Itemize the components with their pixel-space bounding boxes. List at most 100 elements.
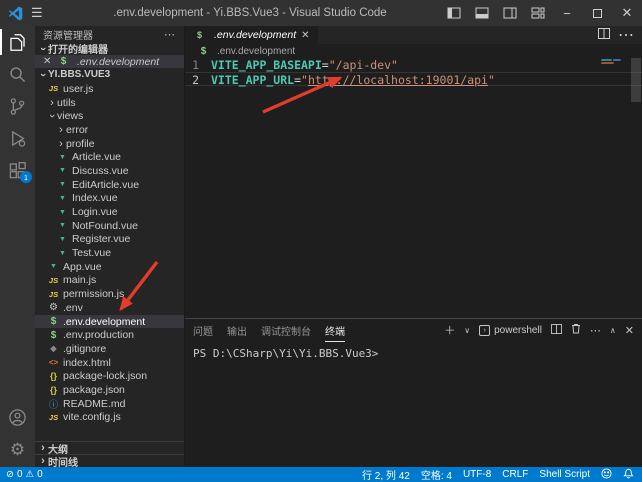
error-icon: ⊘ — [6, 469, 14, 480]
tree-item-Article.vue[interactable]: ▼Article.vue — [35, 150, 184, 164]
tree-item-label: index.html — [63, 357, 111, 369]
panel-tab-终端[interactable]: 终端 — [325, 319, 345, 342]
tree-item-label: App.vue — [63, 261, 102, 273]
tree-item-README.md[interactable]: ⓘREADME.md — [35, 397, 184, 411]
menu-icon[interactable]: ☰ — [31, 5, 43, 21]
tree-item-Register.vue[interactable]: ▼Register.vue — [35, 233, 184, 247]
tree-item-error[interactable]: ›error — [35, 123, 184, 137]
chevron-down-icon: › — [47, 111, 57, 121]
minimize-button[interactable]: − — [552, 0, 582, 26]
open-editors-header[interactable]: › 打开的编辑器 — [35, 42, 184, 55]
tree-item-.env[interactable]: ⚙.env — [35, 301, 184, 315]
title-bar: ☰ .env.development - Yi.BBS.Vue3 - Visua… — [0, 0, 642, 26]
tree-item-Test.vue[interactable]: ▼Test.vue — [35, 246, 184, 260]
close-panel-icon[interactable]: ✕ — [625, 324, 634, 337]
terminal-prompt: PS D:\CSharp\Yi\Yi.BBS.Vue3> — [193, 347, 378, 360]
toggle-secondary-sidebar-icon[interactable] — [496, 0, 524, 26]
html-file-icon: <> — [47, 358, 60, 367]
panel-tabs: 问题输出调试控制台终端 — [193, 319, 345, 342]
vue-file-icon: ▼ — [56, 181, 69, 188]
tree-item-Discuss.vue[interactable]: ▼Discuss.vue — [35, 164, 184, 178]
tree-item-user.js[interactable]: JSuser.js — [35, 82, 184, 96]
accounts-icon[interactable] — [0, 401, 35, 433]
tree-item-main.js[interactable]: JSmain.js — [35, 274, 184, 288]
close-icon[interactable]: ✕ — [43, 56, 53, 67]
tree-item-label: views — [57, 110, 83, 122]
extensions-badge: 1 — [20, 171, 32, 183]
language-mode[interactable]: Shell Script — [539, 469, 590, 480]
cursor-position[interactable]: 行 2, 列 42 — [362, 467, 410, 482]
tree-item-Login.vue[interactable]: ▼Login.vue — [35, 205, 184, 219]
toggle-sidebar-icon[interactable] — [440, 0, 468, 26]
tree-item-NotFound.vue[interactable]: ▼NotFound.vue — [35, 219, 184, 233]
terminal-dropdown-icon[interactable]: ∨ — [464, 326, 470, 335]
maximize-button[interactable] — [582, 0, 612, 26]
js-file-icon: JS — [47, 276, 60, 285]
tree-item-utils[interactable]: ›utils — [35, 96, 184, 110]
sidebar-more-icon[interactable]: ⋯ — [164, 28, 176, 41]
eol-setting[interactable]: CRLF — [502, 469, 528, 480]
tab-env-development[interactable]: $ .env.development ✕ — [185, 26, 319, 44]
tree-item-package-lock.json[interactable]: {}package-lock.json — [35, 369, 184, 383]
shell-selector[interactable]: › powershell — [479, 325, 542, 336]
customize-layout-icon[interactable] — [524, 0, 552, 26]
new-terminal-icon[interactable]: ＋ — [444, 322, 455, 338]
encoding-setting[interactable]: UTF-8 — [463, 469, 491, 480]
tree-item-label: .env.production — [63, 329, 134, 341]
extensions-icon[interactable]: 1 — [0, 154, 35, 186]
file-tree: JSuser.js›utils›views›error›profile▼Arti… — [35, 82, 184, 424]
terminal-output[interactable]: PS D:\CSharp\Yi\Yi.BBS.Vue3> — [185, 341, 642, 360]
panel-more-icon[interactable]: ⋯ — [590, 324, 601, 337]
tree-item-index.html[interactable]: <>index.html — [35, 356, 184, 370]
minimap[interactable] — [601, 59, 629, 119]
outline-section[interactable]: › 大纲 — [35, 441, 184, 454]
tree-item-vite.config.js[interactable]: JSvite.config.js — [35, 411, 184, 425]
vscode-window: ☰ .env.development - Yi.BBS.Vue3 - Visua… — [0, 0, 642, 482]
problems-status[interactable]: ⊘ 0 ⚠ 0 — [6, 469, 43, 480]
tree-item-App.vue[interactable]: ▼App.vue — [35, 260, 184, 274]
maximize-panel-icon[interactable]: ∧ — [610, 326, 616, 335]
source-control-icon[interactable] — [0, 90, 35, 122]
tree-item-.gitignore[interactable]: ◆.gitignore — [35, 342, 184, 356]
notifications-bell-icon[interactable] — [623, 468, 634, 482]
tree-item-profile[interactable]: ›profile — [35, 137, 184, 151]
indentation-setting[interactable]: 空格: 4 — [421, 467, 452, 482]
close-button[interactable]: ✕ — [612, 0, 642, 26]
panel-tab-问题[interactable]: 问题 — [193, 319, 213, 342]
explorer-icon[interactable] — [0, 26, 35, 58]
open-editor-item[interactable]: ✕ $ .env.development — [35, 55, 184, 68]
code-line-1[interactable]: 1VITE_APP_BASEAPI="/api-dev" — [185, 58, 642, 72]
split-editor-icon[interactable] — [598, 26, 610, 44]
feedback-icon[interactable] — [601, 468, 612, 482]
timeline-section[interactable]: › 时间线 — [35, 454, 184, 467]
tree-item-package.json[interactable]: {}package.json — [35, 383, 184, 397]
tree-item-views[interactable]: ›views — [35, 109, 184, 123]
chevron-down-icon: › — [38, 70, 48, 80]
toggle-panel-icon[interactable] — [468, 0, 496, 26]
editor-more-actions-icon[interactable]: ⋯ — [618, 25, 634, 45]
tab-close-icon[interactable]: ✕ — [301, 30, 309, 41]
breadcrumb[interactable]: $ .env.development — [185, 44, 642, 58]
url-link[interactable]: http://localhost:19001/api — [308, 73, 488, 85]
window-title: .env.development - Yi.BBS.Vue3 - Visual … — [60, 7, 440, 19]
editor-scrollbar[interactable] — [631, 58, 641, 102]
settings-gear-icon[interactable]: ⚙ — [0, 433, 35, 465]
search-icon[interactable] — [0, 58, 35, 90]
json-file-icon: {} — [47, 385, 60, 395]
shell-file-icon: $ — [193, 30, 206, 40]
code-editor[interactable]: 1VITE_APP_BASEAPI="/api-dev"2VITE_APP_UR… — [185, 58, 642, 318]
split-terminal-icon[interactable] — [551, 324, 562, 337]
tree-item-EditArticle.vue[interactable]: ▼EditArticle.vue — [35, 178, 184, 192]
vue-file-icon: ▼ — [56, 154, 69, 161]
run-debug-icon[interactable] — [0, 122, 35, 154]
code-line-2[interactable]: 2VITE_APP_URL="http://localhost:19001/ap… — [185, 72, 642, 86]
tree-item-.env.production[interactable]: $.env.production — [35, 328, 184, 342]
tree-item-Index.vue[interactable]: ▼Index.vue — [35, 192, 184, 206]
project-root-header[interactable]: › YI.BBS.VUE3 — [35, 68, 184, 81]
panel-tab-调试控制台[interactable]: 调试控制台 — [261, 319, 311, 342]
kill-terminal-icon[interactable] — [571, 323, 581, 337]
vue-file-icon: ▼ — [56, 195, 69, 202]
tree-item-permission.js[interactable]: JSpermission.js — [35, 287, 184, 301]
panel-tab-输出[interactable]: 输出 — [227, 319, 247, 342]
tree-item-.env.development[interactable]: $.env.development — [35, 315, 184, 329]
